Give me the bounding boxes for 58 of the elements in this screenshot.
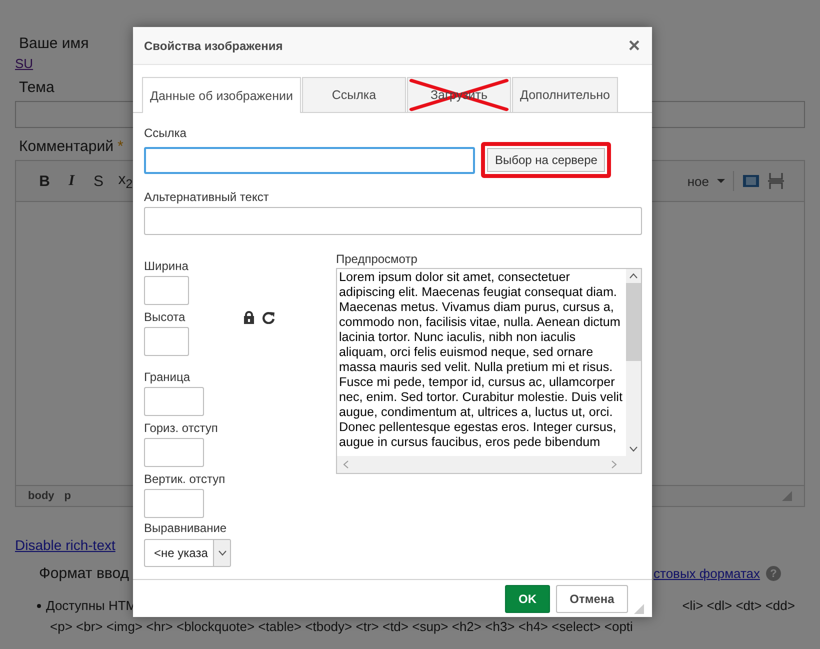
alt-text-field[interactable] <box>144 207 642 235</box>
resize-grip-icon[interactable] <box>634 604 644 614</box>
allowed-tags-text: <p> <br> <img> <hr> <blockquote> <table> <tbody> <tr> <td> <sup> <h2> <h3> <h4> <select> <opti <box>50 619 633 634</box>
close-button[interactable]: × <box>628 36 640 56</box>
element-path[interactable]: body <box>28 490 54 502</box>
number-field[interactable] <box>144 489 204 518</box>
dialog-button[interactable]: OK <box>505 584 550 612</box>
number-field[interactable] <box>144 438 204 467</box>
toolbar-button[interactable]: x$_{2}$ <box>113 171 138 191</box>
field-label: Граница <box>144 370 190 384</box>
field-label: Вертик. отступ <box>144 472 226 486</box>
field-label: Предпросмотр <box>336 252 418 266</box>
scroll-up-icon[interactable] <box>629 273 638 279</box>
scroll-down-icon[interactable] <box>629 446 638 452</box>
tab[interactable]: Данные об изображении <box>142 77 301 113</box>
disable-rich-text-link[interactable]: Disable rich-text <box>15 537 116 553</box>
tab[interactable]: Ссылка <box>302 77 406 112</box>
format-dropdown[interactable]: ное <box>687 174 709 188</box>
input-format-label: Формат ввод <box>39 565 129 582</box>
number-field[interactable] <box>144 327 189 356</box>
vertical-scrollbar[interactable] <box>626 269 641 456</box>
field-label: Ваше имя <box>19 35 89 52</box>
tab[interactable]: Дополнительно <box>512 77 618 112</box>
toolbar-button[interactable]: S <box>86 171 111 191</box>
number-field[interactable] <box>144 276 189 305</box>
field-label: Выравнивание <box>144 521 227 535</box>
field-label: Гориз. отступ <box>144 421 218 435</box>
field-label: Высота <box>144 310 186 324</box>
page-break-icon[interactable] <box>768 172 784 190</box>
alignment-select[interactable]: <не указа <box>144 539 231 567</box>
media-icon[interactable] <box>742 173 760 189</box>
chevron-down-icon <box>218 550 226 556</box>
element-path[interactable]: p <box>64 490 72 502</box>
preview-text: Lorem ipsum dolor sit amet, consectetuer adipiscing elit. Maecenas feugiat consequat diam. Maecenas metus. Vivamus diam purus, cursus a, commodo non, facilisis vitae, nulla. Aenean dictum lacinia tortor. Nunc iaculis, nibh non iaculis aliquam, orci felis euismod neque, sed ornare massa mauris sed velit. Nulla pretium mi et risus. Fusce mi pede, tempor id, cursus ac, ullamcorper nec, enim. Sed tortor. Curabitur molestie. Duis velit augue, condimentum at, ultrices a, luctus ut, orci. Donec pellentesque egestas eros. Integer cursus, augue in cursus faucibus, eros pede bibendum <box>338 269 624 451</box>
field-label: Тема <box>19 79 54 96</box>
field-label: Ширина <box>144 259 188 273</box>
toolbar-button[interactable]: B <box>32 171 57 191</box>
help-icon[interactable]: ? <box>766 566 781 581</box>
number-field[interactable] <box>144 387 204 416</box>
user-link[interactable]: SU <box>15 56 34 71</box>
url-field[interactable] <box>144 146 475 174</box>
allowed-tags-text: <li> <dl> <dt> <dd> <box>682 598 795 613</box>
reset-icon[interactable] <box>262 310 276 324</box>
caret-icon <box>717 178 725 184</box>
horizontal-scrollbar[interactable] <box>337 456 641 473</box>
field-label: Ссылка <box>144 126 186 140</box>
scroll-right-icon[interactable] <box>611 460 617 469</box>
dialog-button[interactable]: Отмена <box>556 584 628 612</box>
scroll-left-icon[interactable] <box>343 460 349 469</box>
lock-icon[interactable] <box>243 310 256 324</box>
formats-link[interactable]: стовых форматах <box>654 566 760 581</box>
dialog-title: Свойства изображения <box>144 38 283 52</box>
field-label: Комментарий <box>19 138 114 155</box>
resize-grip-icon[interactable] <box>782 491 792 501</box>
required-mark: * <box>117 138 124 155</box>
field-label: Альтернативный текст <box>144 190 269 204</box>
browse-server-button[interactable]: Выбор на сервере <box>487 148 606 172</box>
toolbar-button[interactable]: I <box>59 171 84 191</box>
